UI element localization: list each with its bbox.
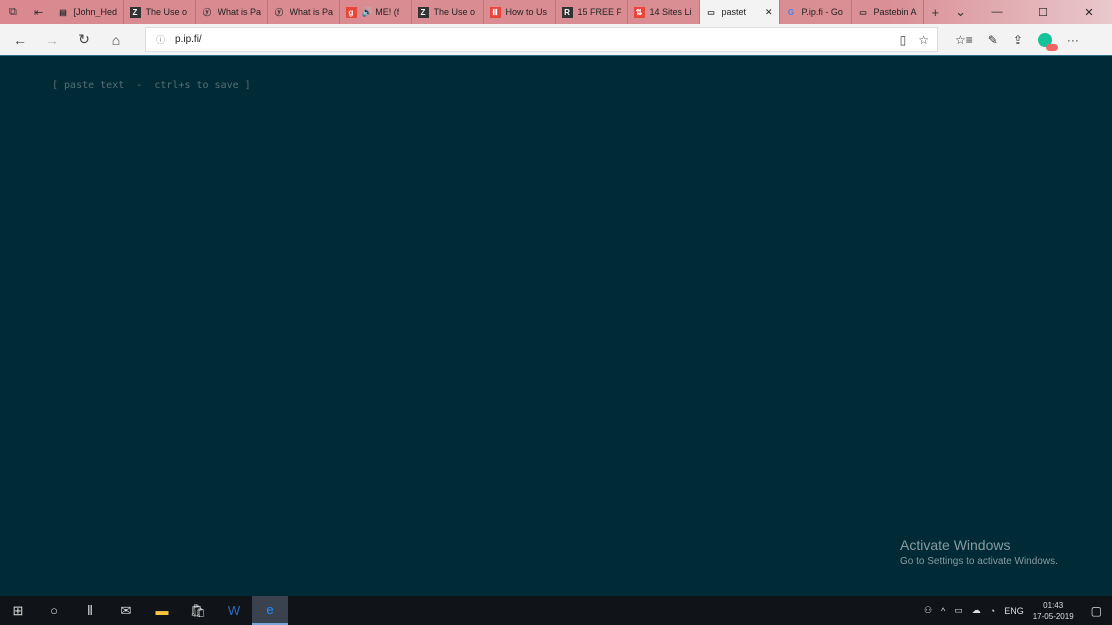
home-button[interactable]: ⌂ [100,32,132,48]
info-icon[interactable]: ⓘ [156,33,165,46]
clock[interactable]: 01:43 17-05-2019 [1033,600,1074,622]
favorite-star-icon[interactable]: ☆ [918,33,929,47]
maximize-button[interactable]: ☐ [1020,0,1066,24]
m-icon: Ⅲ [489,6,501,18]
tab-label: How to Us [505,7,548,17]
pdf-icon: ▤ [59,7,67,17]
language-indicator[interactable]: ENG [1004,606,1024,616]
onedrive-icon[interactable]: ☁ [972,605,981,616]
tab-actions-icon[interactable]: ⧉ [0,0,26,24]
tab-7[interactable]: R 15 FREE Pa [556,0,628,24]
clock-time: 01:43 [1043,600,1064,610]
show-hidden-icons-chevron[interactable]: ^ [941,606,945,616]
pen-icon[interactable]: ✎ [988,33,998,47]
tab-6[interactable]: Ⅲ How to Us [484,0,556,24]
forward-button[interactable]: → [36,32,68,48]
cortana-icon[interactable]: ○ [36,596,72,625]
tab-4[interactable]: g 🔊 ME! (f [340,0,412,24]
url-text[interactable]: p.ip.fi/ [175,34,202,45]
r-icon: R [561,6,573,18]
paste-editor[interactable]: [ paste text - ctrl+s to save ] Activate… [0,55,1112,596]
wifi-icon[interactable]: ◔ [990,606,995,616]
navigation-bar: ← → ↻ ⌂ ⓘ p.ip.fi/ ▯ ☆ ☆≡ ✎ ⇪ ··· [0,24,1112,55]
tab-0[interactable]: ▤ [John_Hed [52,0,124,24]
tab-label: 15 FREE Pa [577,7,621,17]
back-button[interactable]: ← [4,32,36,48]
paste-placeholder: [ paste text - ctrl+s to save ] [52,80,251,91]
sites-icon: ⇅ [633,6,645,18]
set-aside-tabs-icon[interactable]: ⇤ [26,0,52,24]
tab-11[interactable]: ▭ Pastebin A [852,0,924,24]
new-tab-button[interactable]: + [924,0,948,24]
edge-icon[interactable]: e [252,596,288,625]
task-view-icon[interactable]: ⫴ [72,596,108,625]
tab-10[interactable]: G P.ip.fi - Go [780,0,852,24]
watermark-title: Activate Windows [900,537,1011,553]
z-icon: Z [417,6,429,18]
more-menu-icon[interactable]: ··· [1067,33,1079,47]
minimize-button[interactable]: — [974,0,1020,24]
tab-5[interactable]: Z The Use o [412,0,484,24]
google-icon: G [787,7,795,17]
tab-label: 🔊 ME! (f [361,6,400,17]
page-icon: ▭ [707,7,715,17]
battery-icon[interactable]: ▭ [954,605,963,616]
watermark-subtitle: Go to Settings to activate Windows. [900,556,1058,567]
tab-label: The Use o [433,7,476,17]
action-center-icon[interactable]: ▢ [1091,604,1102,618]
windows-start-icon[interactable]: ⊞ [0,596,36,625]
tab-label: What is Pa [217,7,261,17]
y-icon: ⓨ [275,7,283,17]
page-icon: ▭ [859,7,867,17]
address-bar[interactable]: ⓘ p.ip.fi/ ▯ ☆ [145,27,938,52]
store-icon[interactable]: 🛍 [180,596,216,625]
activate-windows-watermark: Activate Windows Go to Settings to activ… [900,537,1058,567]
tab-label: pastet [721,7,747,17]
tab-label: [John_Hed [73,7,117,17]
clock-date: 17-05-2019 [1032,611,1074,621]
tab-label: 14 Sites Li [649,7,692,17]
g-icon: g [345,6,357,18]
reading-view-icon[interactable]: ▯ [900,33,907,47]
tab-label: The Use o [145,7,188,17]
tab-bar: ⧉ ⇤ ▤ [John_Hed Z The Use o ⓨ What is Pa ⓨ What… [0,0,1112,24]
tab-3[interactable]: ⓨ What is Pa [268,0,340,24]
z-icon: Z [129,6,141,18]
tab-label: Pastebin A [873,7,917,17]
tab-1[interactable]: Z The Use o [124,0,196,24]
favorites-list-icon[interactable]: ☆≡ [955,33,973,47]
word-icon[interactable]: W [216,596,252,625]
taskbar: ⊞ ○ ⫴ ✉ ▬ 🛍 W e ⚇ ^ ▭ ☁ ◔ ENG 01:43 17-0… [0,596,1112,625]
tab-2[interactable]: ⓨ What is Pa [196,0,268,24]
refresh-button[interactable]: ↻ [68,31,100,48]
tab-label: P.ip.fi - Go [801,7,843,17]
close-window-button[interactable]: ✕ [1066,0,1112,24]
tab-9[interactable]: ▭ pastet ✕ [699,0,780,24]
tab-preview-chevron-icon[interactable]: ⌄ [947,0,974,24]
tab-label: What is Pa [289,7,333,17]
share-icon[interactable]: ⇪ [1013,33,1023,47]
close-tab-icon[interactable]: ✕ [765,7,773,18]
y-icon: ⓨ [203,7,211,17]
people-icon[interactable]: ⚇ [924,605,932,616]
file-explorer-icon[interactable]: ▬ [144,596,180,625]
grammarly-extension-icon[interactable] [1037,32,1058,51]
mail-icon[interactable]: ✉ [108,596,144,625]
tab-8[interactable]: ⇅ 14 Sites Li [628,0,700,24]
